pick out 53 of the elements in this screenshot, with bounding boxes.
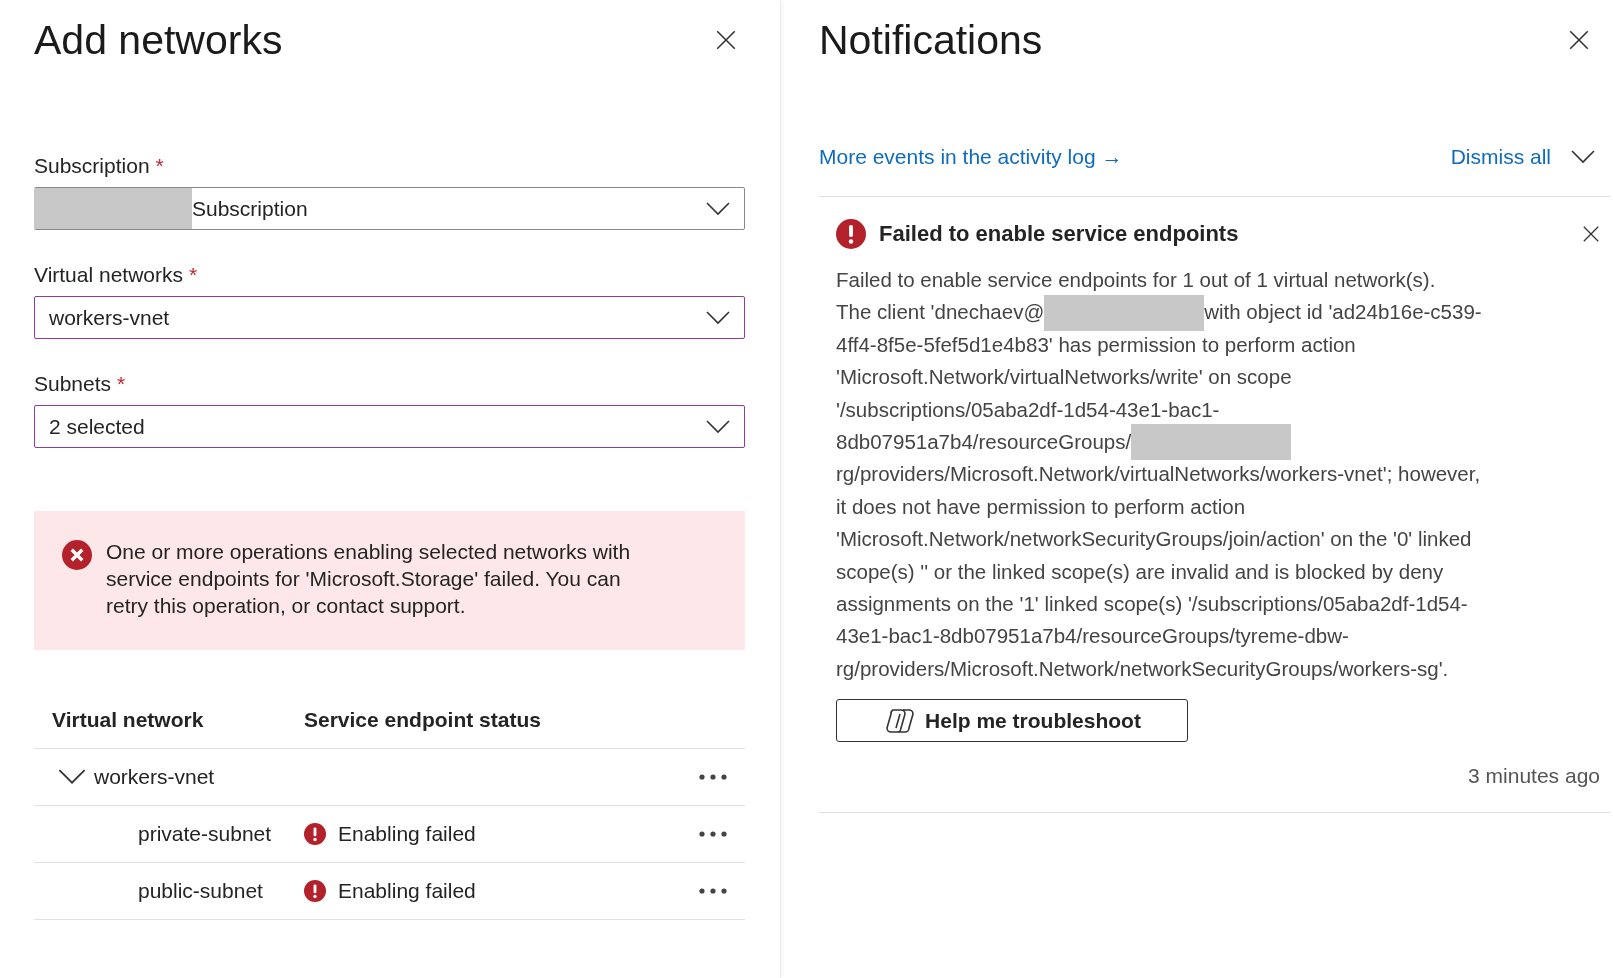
table-cell: workers-vnet (94, 765, 215, 789)
more-icon[interactable] (698, 887, 728, 895)
error-message: One or more operations enabling selected networks with service endpoints for 'Microsoft.Storage' failed. You can retry this operation, or contact support. (106, 539, 632, 619)
field-value: 2 selected (48, 414, 145, 439)
more-icon[interactable] (698, 830, 728, 838)
chevron-down-icon[interactable] (706, 201, 730, 216)
copilot-icon (883, 706, 916, 735)
status-text: Enabling failed (338, 822, 476, 846)
close-icon[interactable] (1568, 29, 1590, 51)
field-label: Subscription (34, 153, 150, 179)
message-text: 4ff4-8f5e-5fef5d1e4b83' has permission to perform action (836, 331, 1356, 358)
close-icon[interactable] (715, 29, 737, 51)
table-cell: public-subnet (138, 879, 263, 903)
chevron-down-icon[interactable] (706, 419, 730, 434)
message-text: Failed to enable service endpoints for 1 out of 1 virtual network(s). (836, 267, 1436, 293)
chevron-down-icon[interactable] (58, 769, 86, 785)
message-text: 'Microsoft.Network/networkSecurityGroups/join/action' on the '0' linked (836, 526, 1472, 553)
table-cell: private-subnet (138, 822, 272, 846)
activity-log-link[interactable]: More events in the activity log → (819, 145, 1123, 169)
field-value: workers-vnet (48, 305, 170, 330)
notification-title: Failed to enable service endpoints (879, 221, 1239, 247)
dropdown-field[interactable]: workers-vnet (34, 296, 745, 339)
message-text: 'Microsoft.Network/virtualNetworks/write' on scope (836, 364, 1292, 391)
message-text: scope(s) '' or the linked scope(s) are invalid and is blocked by deny (836, 558, 1444, 585)
field-value: Subscription (192, 196, 308, 221)
chevron-down-icon[interactable] (706, 310, 730, 325)
chevron-down-icon[interactable] (1571, 150, 1595, 164)
message-text: rg/providers/Microsoft.Network/virtualNetworks/workers-vnet'; however, (836, 461, 1481, 488)
dropdown-field[interactable]: Subscription (34, 187, 745, 230)
message-text: 43e1-bac1-8db07951a7b4/resourceGroups/tyreme-dbw- (836, 623, 1349, 650)
panel-title: Notifications (819, 16, 1043, 64)
message-text: with object id 'ad24b16e-c539- (1204, 299, 1482, 326)
troubleshoot-button[interactable]: Help me troubleshoot (836, 699, 1188, 743)
more-icon[interactable] (698, 773, 728, 781)
required-mark: * (155, 153, 164, 179)
close-icon[interactable] (1582, 225, 1600, 243)
message-text: it does not have permission to perform action (836, 493, 1246, 520)
dismiss-all-link[interactable]: Dismiss all (1450, 145, 1551, 169)
message-text: '/subscriptions/05aba2df-1d54-43e1-bac1- (836, 396, 1220, 423)
field-label: Virtual networks (34, 262, 183, 288)
column-header: Service endpoint status (304, 708, 541, 732)
required-mark: * (189, 262, 198, 288)
message-text: The client 'dnechaev@ (836, 299, 1045, 326)
message-text: 8db07951a7b4/resourceGroups/ (836, 428, 1132, 455)
panel-title: Add networks (34, 16, 283, 64)
timestamp: 3 minutes ago (1468, 764, 1600, 789)
field-label: Subnets (34, 371, 112, 397)
dropdown-field[interactable]: 2 selected (34, 405, 745, 448)
status-text: Enabling failed (338, 879, 476, 903)
message-text: assignments on the '1' linked scope(s) '/subscriptions/05aba2df-1d54- (836, 590, 1468, 617)
message-text: rg/providers/Microsoft.Network/networkSecurityGroups/workers-sg'. (836, 655, 1449, 682)
required-mark: * (117, 371, 126, 397)
column-header: Virtual network (52, 708, 204, 732)
